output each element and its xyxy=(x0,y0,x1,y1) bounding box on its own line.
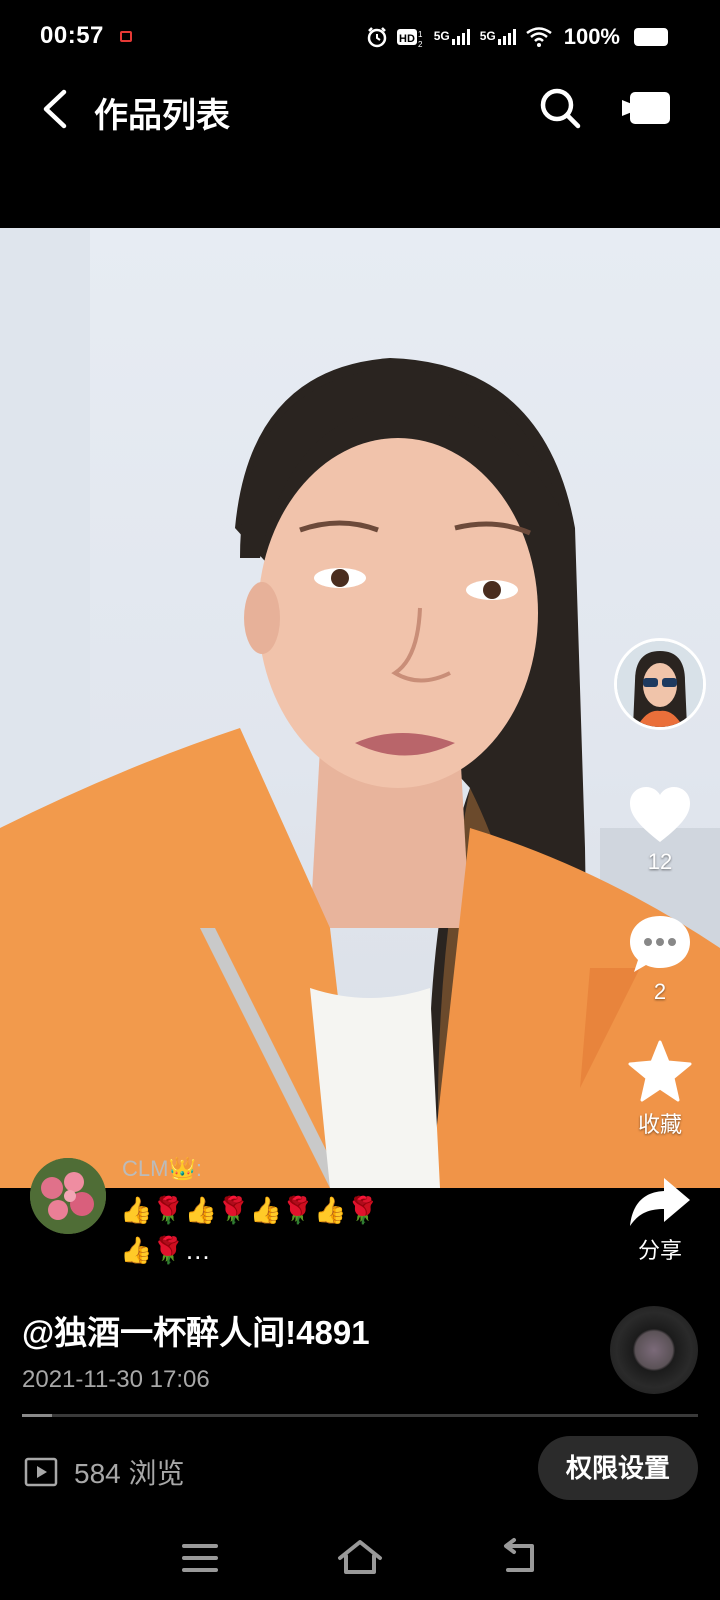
battery-icon xyxy=(634,28,668,46)
like-count: 12 xyxy=(647,849,673,874)
signal-bars xyxy=(451,29,470,45)
favorite-control[interactable]: 收藏 xyxy=(612,1040,708,1139)
svg-text:2: 2 xyxy=(418,40,423,48)
author-handle[interactable]: @独酒一杯醉人间!4891 xyxy=(22,1306,370,1354)
share-label: 分享 xyxy=(637,1238,682,1263)
comment-username: CLM👑: xyxy=(122,1156,202,1181)
comment-count: 2 xyxy=(653,979,667,1004)
svg-text:1: 1 xyxy=(418,30,423,39)
video-progress-fill xyxy=(22,1414,53,1417)
play-icon xyxy=(24,1457,58,1487)
flowers-image xyxy=(30,1158,106,1234)
favorite-label: 收藏 xyxy=(637,1112,682,1137)
author-avatar[interactable] xyxy=(614,638,706,730)
network-label: 5G xyxy=(433,29,450,43)
permission-settings-button[interactable]: 权限设置 xyxy=(538,1436,698,1500)
back-nav-icon[interactable] xyxy=(492,1534,548,1582)
comment-icon[interactable] xyxy=(628,914,692,974)
back-icon[interactable] xyxy=(36,86,76,132)
view-count: 584 浏览 xyxy=(24,1452,185,1492)
comment-preview[interactable]: CLM👑: 👍🌹👍🌹👍🌹👍🌹👍🌹… xyxy=(22,1150,442,1280)
like-control[interactable]: 12 xyxy=(612,786,708,875)
status-bar: 00:57 HD 1 2 5G 5G 100% xyxy=(0,0,720,76)
signal-5g-icon: 5G xyxy=(480,29,518,45)
wifi-icon xyxy=(525,27,552,47)
alarm-icon xyxy=(367,27,386,48)
music-disc-icon[interactable] xyxy=(610,1306,698,1394)
search-icon[interactable] xyxy=(536,84,584,132)
recording-icon xyxy=(120,31,132,42)
system-nav-bar xyxy=(0,1520,720,1600)
signal-5g-icon: 5G xyxy=(434,29,472,45)
star-icon[interactable] xyxy=(628,1040,692,1102)
view-count-text: 584 浏览 xyxy=(74,1458,185,1489)
camera-icon[interactable] xyxy=(620,88,672,128)
network-label: 5G xyxy=(479,29,496,43)
svg-text:HD: HD xyxy=(399,33,415,45)
home-icon[interactable] xyxy=(332,1534,388,1582)
post-date: 2021-11-30 17:06 xyxy=(22,1366,210,1393)
status-icons: HD 1 2 5G 5G 100% xyxy=(366,24,668,50)
page-title: 作品列表 xyxy=(94,97,230,135)
comment-control[interactable]: 2 xyxy=(612,914,708,1005)
heart-icon[interactable] xyxy=(628,786,692,844)
signal-bars xyxy=(497,29,516,45)
status-time: 00:57 xyxy=(40,22,104,49)
comment-text: 👍🌹👍🌹👍🌹👍🌹👍🌹… xyxy=(120,1195,379,1265)
hd-icon: HD 1 2 xyxy=(396,29,423,48)
video-progress-bar[interactable] xyxy=(22,1414,698,1417)
battery-text: 100% xyxy=(563,24,620,49)
avatar-image xyxy=(617,641,703,727)
commenter-avatar[interactable] xyxy=(30,1158,106,1234)
share-control[interactable]: 分享 xyxy=(612,1176,708,1265)
top-bar: 作品列表 xyxy=(0,76,720,146)
menu-icon[interactable] xyxy=(172,1534,228,1582)
share-icon[interactable] xyxy=(628,1176,692,1228)
